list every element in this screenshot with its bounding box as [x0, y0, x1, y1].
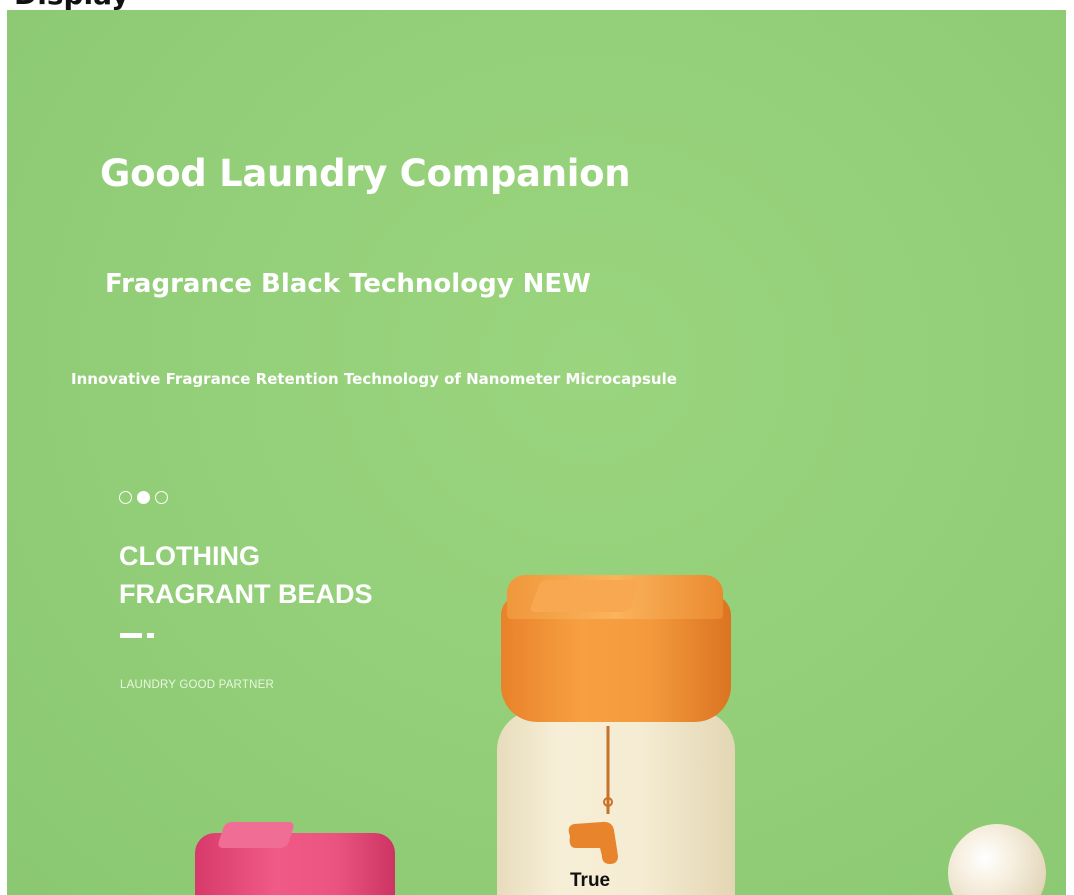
pink-cap-flap — [216, 822, 296, 848]
product-name-line1: CLOTHING — [119, 541, 260, 571]
carousel-dot — [119, 491, 132, 504]
banner-subheadline: Fragrance Black Technology NEW — [105, 269, 591, 299]
carousel-dot-active — [137, 491, 150, 504]
divider-mark — [120, 633, 154, 638]
orange-cap-flap — [529, 580, 641, 612]
product-banner-image: Display Good Laundry Companion Fragrance… — [0, 0, 1074, 895]
green-backdrop: Good Laundry Companion Fragrance Black T… — [7, 10, 1066, 895]
carousel-dot — [155, 491, 168, 504]
product-name-line2: FRAGRANT BEADS — [119, 579, 373, 609]
hair-dryer-icon — [568, 726, 618, 864]
bottle-label: True — [570, 870, 611, 891]
partner-caption: LAUNDRY GOOD PARTNER — [120, 679, 274, 691]
product-name: CLOTHING FRAGRANT BEADS — [119, 537, 373, 613]
fragrance-bead — [948, 824, 1046, 895]
top-strip: Display — [0, 0, 1074, 11]
banner-tagline: Innovative Fragrance Retention Technolog… — [71, 370, 677, 388]
carousel-indicator — [119, 491, 168, 504]
banner-headline: Good Laundry Companion — [100, 152, 631, 195]
